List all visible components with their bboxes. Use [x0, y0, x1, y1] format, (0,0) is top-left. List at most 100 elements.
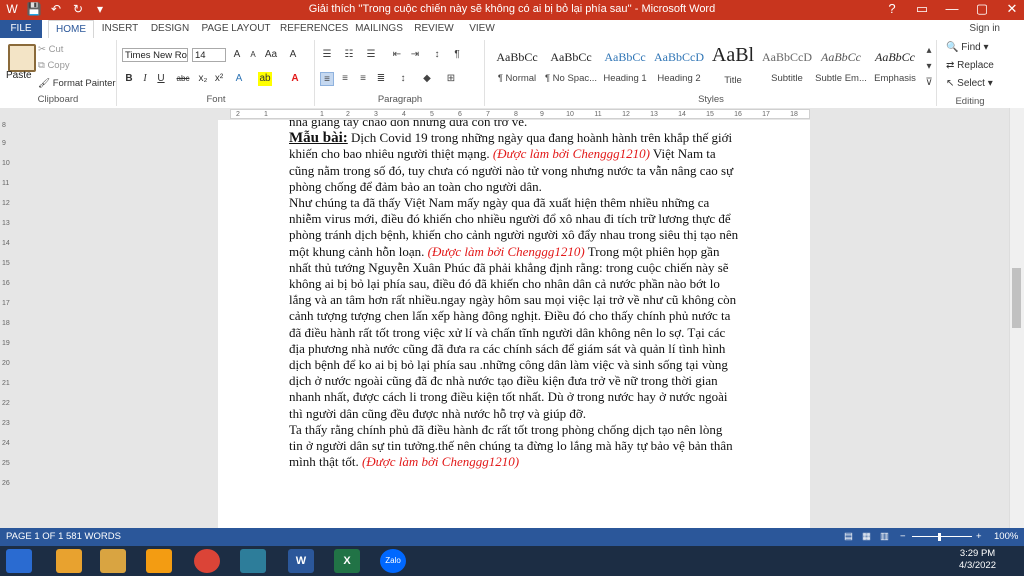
zoom-level[interactable]: 100% [994, 528, 1018, 546]
ribbon-display-button[interactable]: ▭ [914, 1, 930, 17]
shrink-font-icon[interactable]: A [246, 48, 260, 62]
tab-home[interactable]: HOME [48, 20, 94, 40]
bold-icon[interactable]: B [122, 72, 136, 86]
format-painter-button[interactable]: 🖌 Format Painter [38, 78, 116, 89]
bullets-icon[interactable]: ☰ [320, 48, 334, 62]
align-right-icon[interactable]: ≡ [356, 72, 370, 86]
tab-references[interactable]: REFERENCES [280, 20, 348, 38]
credit-text: (Được làm bởi Chenggg1210) [427, 243, 585, 259]
styles-scroll-down-icon[interactable]: ▾ [922, 60, 936, 74]
style-title[interactable]: AaBl Title [706, 44, 760, 90]
zoom-out-button[interactable]: − [900, 528, 906, 546]
change-case-icon[interactable]: Aa [264, 48, 278, 62]
sort-icon[interactable]: ↕ [430, 48, 444, 62]
paste-button[interactable]: Paste [6, 70, 32, 81]
tab-view[interactable]: VIEW [462, 20, 502, 38]
underline-icon[interactable]: U [154, 72, 168, 86]
app-icon[interactable] [240, 549, 266, 573]
show-marks-icon[interactable]: ¶ [450, 48, 464, 62]
numbering-icon[interactable]: ☷ [342, 48, 356, 62]
web-layout-icon[interactable]: ▥ [880, 528, 889, 546]
styles-scroll-up-icon[interactable]: ▴ [922, 44, 936, 58]
folder-icon[interactable] [100, 549, 126, 573]
cut-button[interactable]: ✂ Cut [38, 44, 63, 55]
decrease-indent-icon[interactable]: ⇤ [390, 48, 404, 62]
font-size-box[interactable]: 14 [192, 48, 226, 62]
shading-icon[interactable]: ◆ [420, 72, 434, 86]
align-center-icon[interactable]: ≡ [338, 72, 352, 86]
copy-button[interactable]: ⧉ Copy [38, 60, 70, 71]
style-normal[interactable]: AaBbCc ¶ Normal [490, 44, 544, 90]
word-taskbar-icon[interactable]: W [288, 549, 314, 573]
tab-review[interactable]: REVIEW [412, 20, 456, 38]
excel-taskbar-icon[interactable]: X [334, 549, 360, 573]
tab-design[interactable]: DESIGN [148, 20, 192, 38]
highlight-icon[interactable]: ab [258, 72, 272, 86]
zoom-in-button[interactable]: + [976, 528, 982, 546]
scrollbar-thumb[interactable] [1012, 268, 1021, 328]
align-left-icon[interactable]: ≡ [320, 72, 334, 86]
print-layout-icon[interactable]: ▦ [862, 528, 871, 546]
multilevel-list-icon[interactable]: ☰ [364, 48, 378, 62]
clear-formatting-icon[interactable]: A [286, 48, 300, 62]
paragraph-intro-end[interactable]: nhà giang tay chào đón những đứa con trở… [289, 120, 739, 130]
borders-icon[interactable]: ⊞ [444, 72, 458, 86]
style-no-spacing[interactable]: AaBbCc ¶ No Spac... [544, 44, 598, 90]
zoom-slider[interactable] [912, 536, 972, 537]
style-subtitle[interactable]: AaBbCcD Subtitle [760, 44, 814, 90]
paragraph-body[interactable]: Như chúng ta đã thấy Việt Nam mấy ngày q… [289, 195, 739, 422]
style-heading-1[interactable]: AaBbCc Heading 1 [598, 44, 652, 90]
document-page[interactable]: nhà giang tay chào đón những đứa con trở… [218, 120, 810, 528]
word-count[interactable]: 581 WORDS [66, 528, 121, 546]
clipboard-group-label: Clipboard [37, 94, 79, 105]
paragraph-conclusion[interactable]: Ta thấy rằng chính phủ đã điều hành đc r… [289, 422, 739, 471]
file-explorer-icon[interactable] [56, 549, 82, 573]
font-color-icon[interactable]: A [288, 72, 302, 86]
vertical-scrollbar[interactable] [1009, 108, 1024, 528]
tab-file[interactable]: FILE [0, 20, 42, 38]
increase-indent-icon[interactable]: ⇥ [408, 48, 422, 62]
font-group: Times New Ro 14 A A Aa A B I U abc x₂ x²… [118, 40, 315, 106]
paragraph-sample[interactable]: Mẫu bài: Dịch Covid 19 trong những ngày … [289, 130, 739, 195]
superscript-icon[interactable]: x² [212, 72, 226, 86]
subscript-icon[interactable]: x₂ [196, 72, 210, 86]
zalo-taskbar-icon[interactable]: Zalo [380, 549, 406, 573]
maximize-button[interactable]: ▢ [974, 1, 990, 17]
media-player-icon[interactable] [146, 549, 172, 573]
strikethrough-icon[interactable]: abc [176, 72, 190, 86]
taskbar: W X Zalo 3:29 PM 4/3/2022 [0, 546, 1024, 576]
read-mode-icon[interactable]: ▤ [844, 528, 853, 546]
paste-icon[interactable] [8, 44, 36, 72]
justify-icon[interactable]: ≣ [374, 72, 388, 86]
clock[interactable]: 3:29 PM 4/3/2022 [959, 548, 996, 572]
document-body[interactable]: nhà giang tay chào đón những đứa con trở… [289, 120, 739, 470]
find-button[interactable]: 🔍 Find ▾ [946, 42, 989, 53]
replace-button[interactable]: ⇄ Replace [946, 60, 994, 71]
horizontal-ruler[interactable]: 2 1 1 2 3 4 5 6 7 8 9 10 11 12 13 14 15 … [230, 109, 810, 119]
grow-font-icon[interactable]: A [230, 48, 244, 62]
text-effects-icon[interactable]: A [232, 72, 246, 86]
chrome-icon[interactable] [194, 549, 220, 573]
tab-mailings[interactable]: MAILINGS [352, 20, 406, 38]
style-heading-2[interactable]: AaBbCcD Heading 2 [652, 44, 706, 90]
help-button[interactable]: ? [884, 1, 900, 17]
styles-group: AaBbCc ¶ Normal AaBbCc ¶ No Spac... AaBbCc… [486, 40, 937, 106]
style-subtle-emphasis[interactable]: AaBbCc Subtle Em... [814, 44, 868, 90]
clipboard-group: Paste ✂ Cut ⧉ Copy 🖌 Format Painter Clip… [0, 40, 117, 106]
zoom-slider-thumb[interactable] [938, 533, 941, 541]
sign-in-link[interactable]: Sign in [969, 23, 1000, 34]
font-name-box[interactable]: Times New Ro [122, 48, 188, 62]
editing-group-label: Editing [955, 96, 985, 107]
close-button[interactable]: ✕ [1004, 1, 1020, 17]
style-emphasis[interactable]: AaBbCc Emphasis [868, 44, 922, 90]
paragraph-group-label: Paragraph [377, 94, 423, 105]
page-count[interactable]: PAGE 1 OF 1 [6, 528, 63, 546]
select-button[interactable]: ↖ Select ▾ [946, 78, 993, 89]
tab-insert[interactable]: INSERT [98, 20, 142, 38]
line-spacing-icon[interactable]: ↕ [396, 72, 410, 86]
start-button-icon[interactable] [6, 549, 32, 573]
tab-page-layout[interactable]: PAGE LAYOUT [200, 20, 272, 38]
italic-icon[interactable]: I [138, 72, 152, 86]
styles-more-icon[interactable]: ⊽ [922, 76, 936, 90]
minimize-button[interactable]: — [944, 1, 960, 17]
